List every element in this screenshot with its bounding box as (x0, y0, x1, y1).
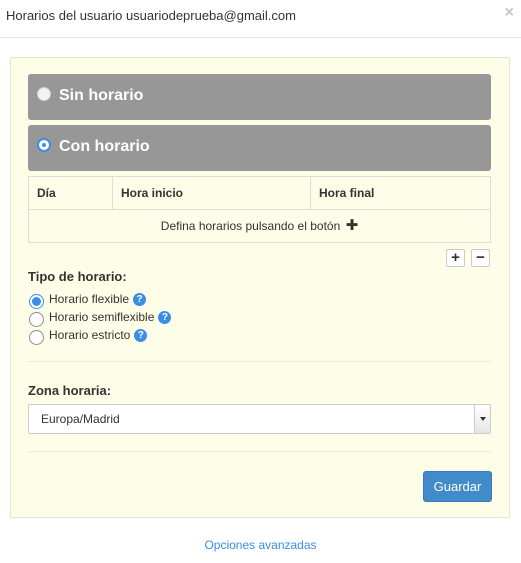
help-icon[interactable]: ? (133, 293, 147, 306)
schedule-table: Día Hora inicio Hora final Defina horari… (28, 176, 491, 243)
con-horario-label: Con horario (59, 138, 150, 155)
schedule-type-label: Tipo de horario: (28, 269, 127, 284)
flexible-label: Horario flexible? (49, 292, 147, 306)
help-icon[interactable]: ? (158, 311, 172, 324)
plus-icon: ✚ (345, 217, 359, 234)
advanced-options-link[interactable]: Opciones avanzadas (0, 538, 521, 552)
chevron-down-icon (480, 417, 486, 421)
remove-row-button[interactable]: − (471, 249, 490, 267)
dropdown-toggle[interactable] (474, 405, 490, 433)
timezone-value: Europa/Madrid (41, 412, 120, 426)
timezone-select[interactable]: Europa/Madrid (28, 404, 491, 434)
flexible-radio[interactable] (29, 294, 44, 309)
add-row-button[interactable]: + (446, 249, 465, 267)
timezone-label: Zona horaria: (28, 383, 112, 398)
option-con-horario[interactable]: Con horario (28, 125, 491, 171)
semiflexible-label: Horario semiflexible? (49, 310, 172, 324)
option-sin-horario[interactable]: Sin horario (28, 74, 491, 120)
empty-message-text: Defina horarios pulsando el botón (160, 219, 341, 233)
save-button[interactable]: Guardar (423, 471, 492, 502)
sin-horario-radio[interactable] (37, 87, 51, 101)
con-horario-radio[interactable] (37, 138, 51, 152)
empty-table-message: Defina horarios pulsando el botón ✚ (29, 210, 490, 242)
semiflexible-radio[interactable] (29, 312, 44, 327)
divider (28, 451, 491, 452)
column-header-dia: Día (29, 177, 113, 210)
divider (28, 361, 491, 362)
column-header-hora-inicio: Hora inicio (113, 177, 311, 210)
estricto-radio[interactable] (29, 330, 44, 345)
help-icon[interactable]: ? (134, 329, 148, 342)
column-header-hora-final: Hora final (319, 186, 375, 200)
sin-horario-label: Sin horario (59, 87, 144, 104)
estricto-label: Horario estricto? (49, 328, 148, 342)
table-header-row: Día Hora inicio Hora final (29, 177, 490, 210)
modal-title: Horarios del usuario usuariodeprueba@gma… (6, 8, 296, 23)
close-icon[interactable]: × (505, 4, 514, 22)
modal-header: Horarios del usuario usuariodeprueba@gma… (0, 0, 521, 38)
schedule-panel: Sin horario Con horario Día Hora inicio … (10, 57, 510, 518)
